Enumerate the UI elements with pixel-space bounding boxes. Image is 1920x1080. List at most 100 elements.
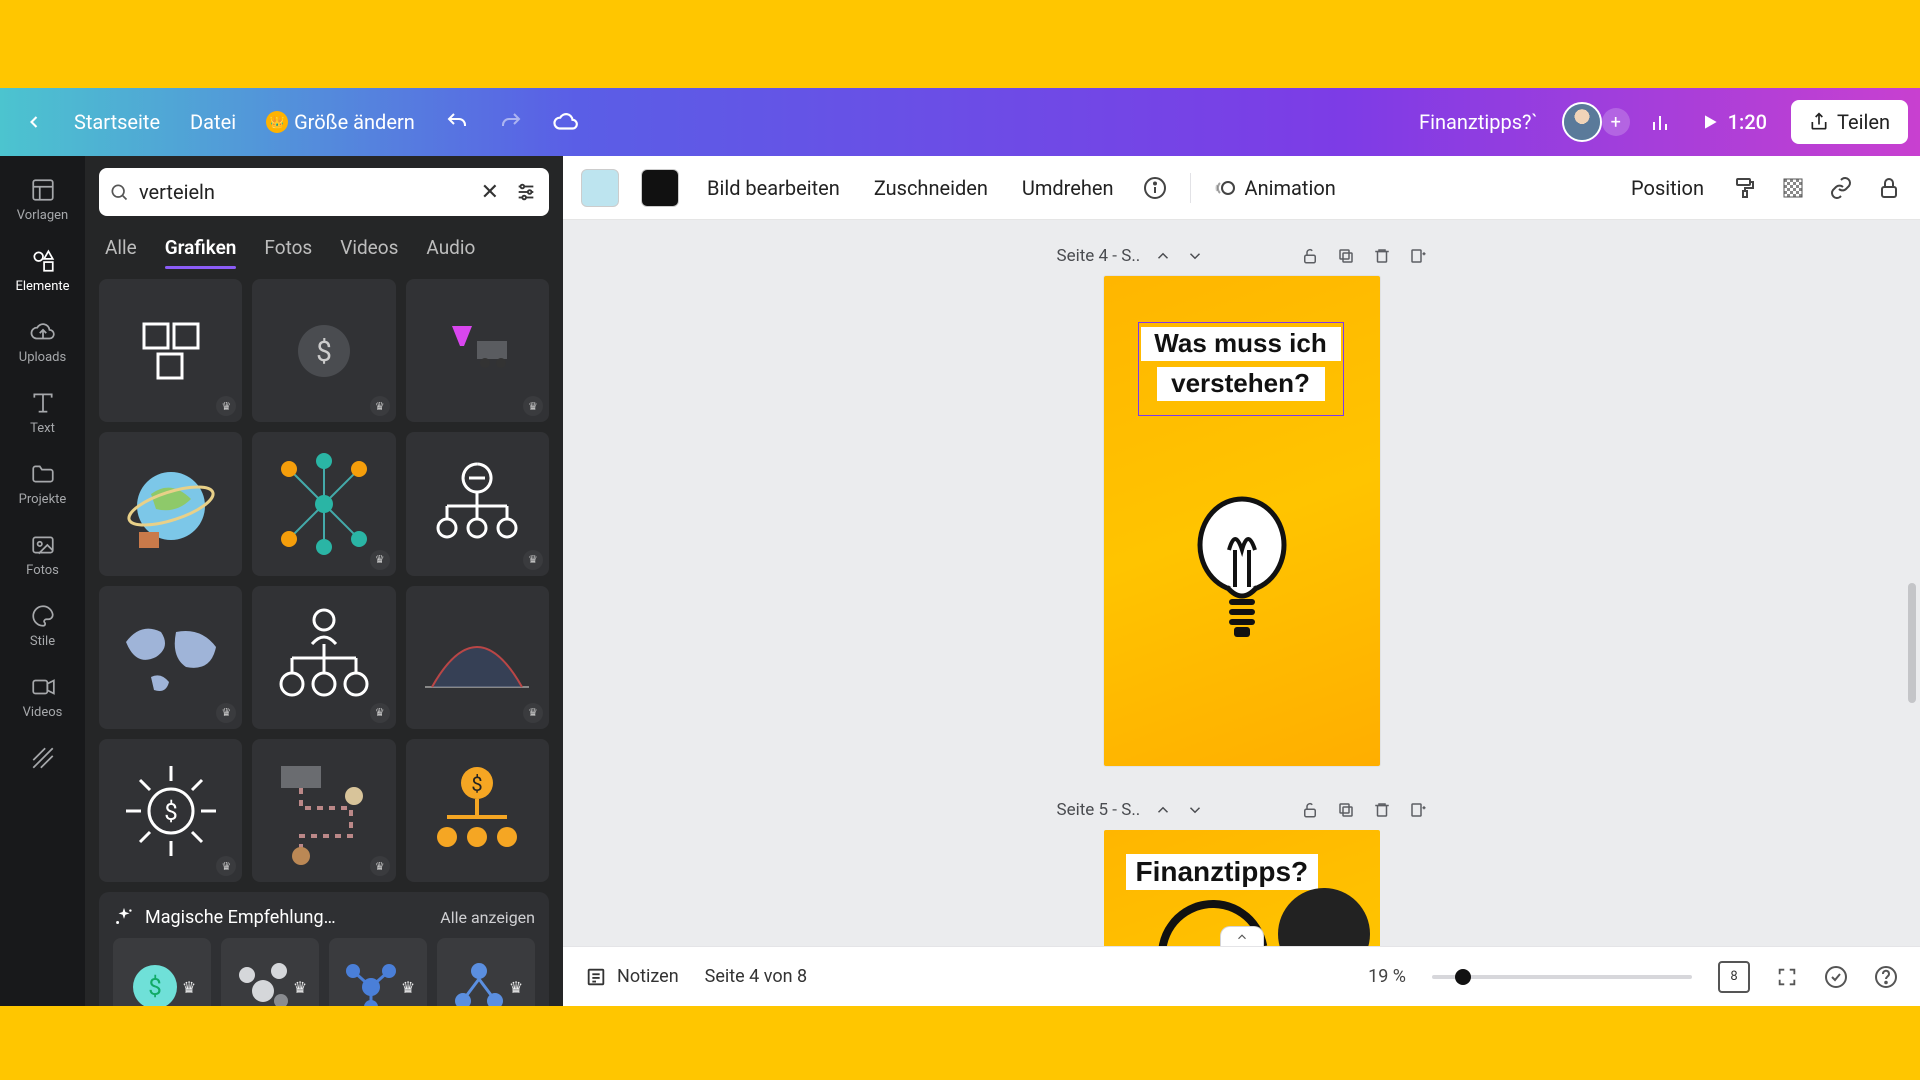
flip-button[interactable]: Umdrehen	[1016, 168, 1120, 208]
page-canvas-4[interactable]: Was muss ich verstehen?	[1104, 276, 1380, 766]
tab-photos[interactable]: Fotos	[264, 230, 312, 269]
zoom-slider[interactable]	[1432, 975, 1692, 979]
graphic-item[interactable]: ♛	[252, 739, 395, 882]
help-button[interactable]	[1874, 965, 1898, 989]
check-button[interactable]	[1824, 965, 1848, 989]
zoom-slider-thumb[interactable]	[1455, 969, 1471, 985]
color-swatch-secondary[interactable]	[641, 169, 679, 207]
info-button[interactable]	[1142, 175, 1168, 201]
add-page-button[interactable]	[1409, 247, 1427, 265]
search-field[interactable]: ✕	[99, 168, 549, 216]
rail-text[interactable]: Text	[8, 379, 78, 446]
page-label[interactable]: Seite 5 - S..	[1057, 800, 1141, 820]
network-icon	[269, 449, 379, 559]
text-line2[interactable]: verstehen?	[1157, 367, 1325, 401]
graphic-item[interactable]: $♛	[252, 279, 395, 422]
redo-button[interactable]	[487, 102, 535, 142]
edit-image-button[interactable]: Bild bearbeiten	[701, 168, 846, 208]
graphic-item[interactable]: ♛	[406, 432, 549, 575]
duplicate-page-button[interactable]	[1337, 247, 1355, 265]
filter-button[interactable]	[513, 181, 539, 203]
rail-more[interactable]	[8, 734, 78, 782]
back-button[interactable]	[12, 104, 56, 140]
duplicate-page-button[interactable]	[1337, 801, 1355, 819]
graphic-item[interactable]	[99, 432, 242, 575]
page-down-button[interactable]	[1186, 801, 1204, 819]
delete-page-button[interactable]	[1373, 801, 1391, 819]
insights-button[interactable]	[1636, 102, 1684, 142]
avatar[interactable]	[1562, 102, 1602, 142]
expand-timeline-button[interactable]	[1220, 926, 1264, 946]
rail-templates[interactable]: Vorlagen	[8, 166, 78, 233]
search-input[interactable]	[139, 180, 467, 204]
transparency-button[interactable]	[1780, 175, 1806, 201]
pro-badge-icon: ♛	[523, 550, 543, 570]
magic-item[interactable]: ♛	[437, 938, 535, 1006]
tab-graphics[interactable]: Grafiken	[165, 230, 237, 269]
page-label[interactable]: Seite 4 - S..	[1057, 246, 1141, 266]
copy-style-button[interactable]	[1732, 175, 1758, 201]
file-menu[interactable]: Datei	[178, 102, 248, 142]
share-button[interactable]: Teilen	[1791, 100, 1908, 144]
svg-text:$: $	[164, 798, 178, 826]
clear-search-button[interactable]: ✕	[477, 180, 503, 205]
rail-projects[interactable]: Projekte	[8, 450, 78, 517]
play-duration[interactable]: 1:20	[1690, 110, 1777, 134]
notes-button[interactable]: Notizen	[585, 966, 679, 988]
graphic-item[interactable]: ♛	[406, 586, 549, 729]
graphic-item[interactable]: ♛	[252, 586, 395, 729]
graphic-item[interactable]: ♛	[406, 279, 549, 422]
delete-page-button[interactable]	[1373, 247, 1391, 265]
text-line1[interactable]: Was muss ich	[1141, 327, 1341, 361]
graphic-item[interactable]: ♛	[99, 586, 242, 729]
canvas-area[interactable]: Seite 4 - S.. Was muss ich	[563, 220, 1920, 946]
page5-title-text[interactable]: Finanztipps?	[1126, 854, 1319, 890]
rail-uploads[interactable]: Uploads	[8, 308, 78, 375]
graphic-item[interactable]: ♛	[99, 279, 242, 422]
graphic-item[interactable]: $♛	[99, 739, 242, 882]
rail-elements[interactable]: Elemente	[8, 237, 78, 304]
add-page-button[interactable]	[1409, 801, 1427, 819]
photo-circle[interactable]	[1278, 888, 1370, 946]
lock-button[interactable]	[1876, 175, 1902, 201]
animation-button[interactable]: Animation	[1213, 175, 1336, 201]
photo-icon	[29, 531, 57, 559]
undo-button[interactable]	[433, 102, 481, 142]
page-header: Seite 5 - S..	[1057, 792, 1427, 830]
tab-audio[interactable]: Audio	[426, 230, 475, 269]
link-button[interactable]	[1828, 175, 1854, 201]
lock-page-button[interactable]	[1301, 801, 1319, 819]
magic-show-all[interactable]: Alle anzeigen	[440, 908, 535, 927]
magic-item[interactable]: $♛	[113, 938, 211, 1006]
lightbulb-graphic[interactable]	[1187, 495, 1297, 655]
magic-item[interactable]: ♛	[329, 938, 427, 1006]
page-grid-button[interactable]: 8	[1718, 961, 1750, 993]
position-button[interactable]: Position	[1625, 168, 1710, 208]
page-up-button[interactable]	[1154, 801, 1172, 819]
add-collaborator-button[interactable]: +	[1602, 108, 1630, 136]
magic-title-text: Magische Empfehlung…	[145, 907, 336, 928]
crop-button[interactable]: Zuschneiden	[868, 168, 994, 208]
scrollbar[interactable]	[1908, 583, 1916, 703]
graphic-item[interactable]: ♛	[252, 432, 395, 575]
document-title[interactable]: Finanztipps?`	[1409, 110, 1548, 134]
page-down-button[interactable]	[1186, 247, 1204, 265]
zoom-label[interactable]: 19 %	[1368, 966, 1406, 987]
graphic-item[interactable]: $	[406, 739, 549, 882]
rail-styles[interactable]: Stile	[8, 592, 78, 659]
text-icon	[29, 389, 57, 417]
home-button[interactable]: Startseite	[62, 102, 172, 142]
lock-page-button[interactable]	[1301, 247, 1319, 265]
cloud-sync-button[interactable]	[541, 101, 591, 143]
rail-videos[interactable]: Videos	[8, 663, 78, 730]
color-swatch-primary[interactable]	[581, 169, 619, 207]
pro-badge-icon: ♛	[182, 978, 196, 997]
selection-box[interactable]: Was muss ich verstehen?	[1138, 322, 1344, 416]
rail-photos[interactable]: Fotos	[8, 521, 78, 588]
tab-videos[interactable]: Videos	[340, 230, 398, 269]
page-up-button[interactable]	[1154, 247, 1172, 265]
magic-item[interactable]: ♛	[221, 938, 319, 1006]
resize-button[interactable]: 👑 Größe ändern	[254, 102, 427, 142]
fullscreen-button[interactable]	[1776, 966, 1798, 988]
tab-all[interactable]: Alle	[105, 230, 137, 269]
